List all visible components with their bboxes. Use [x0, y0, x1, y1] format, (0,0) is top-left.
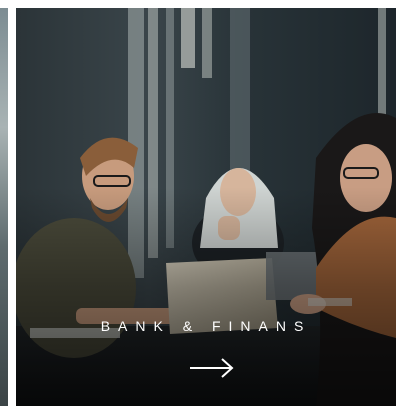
card-title: BANK & FINANS	[100, 318, 312, 334]
previous-card-edge[interactable]	[0, 8, 8, 406]
arrow-right-icon[interactable]	[188, 356, 236, 380]
image-shade-overlay	[16, 8, 396, 406]
category-card-bank-finans[interactable]: BANK & FINANS	[16, 8, 396, 406]
